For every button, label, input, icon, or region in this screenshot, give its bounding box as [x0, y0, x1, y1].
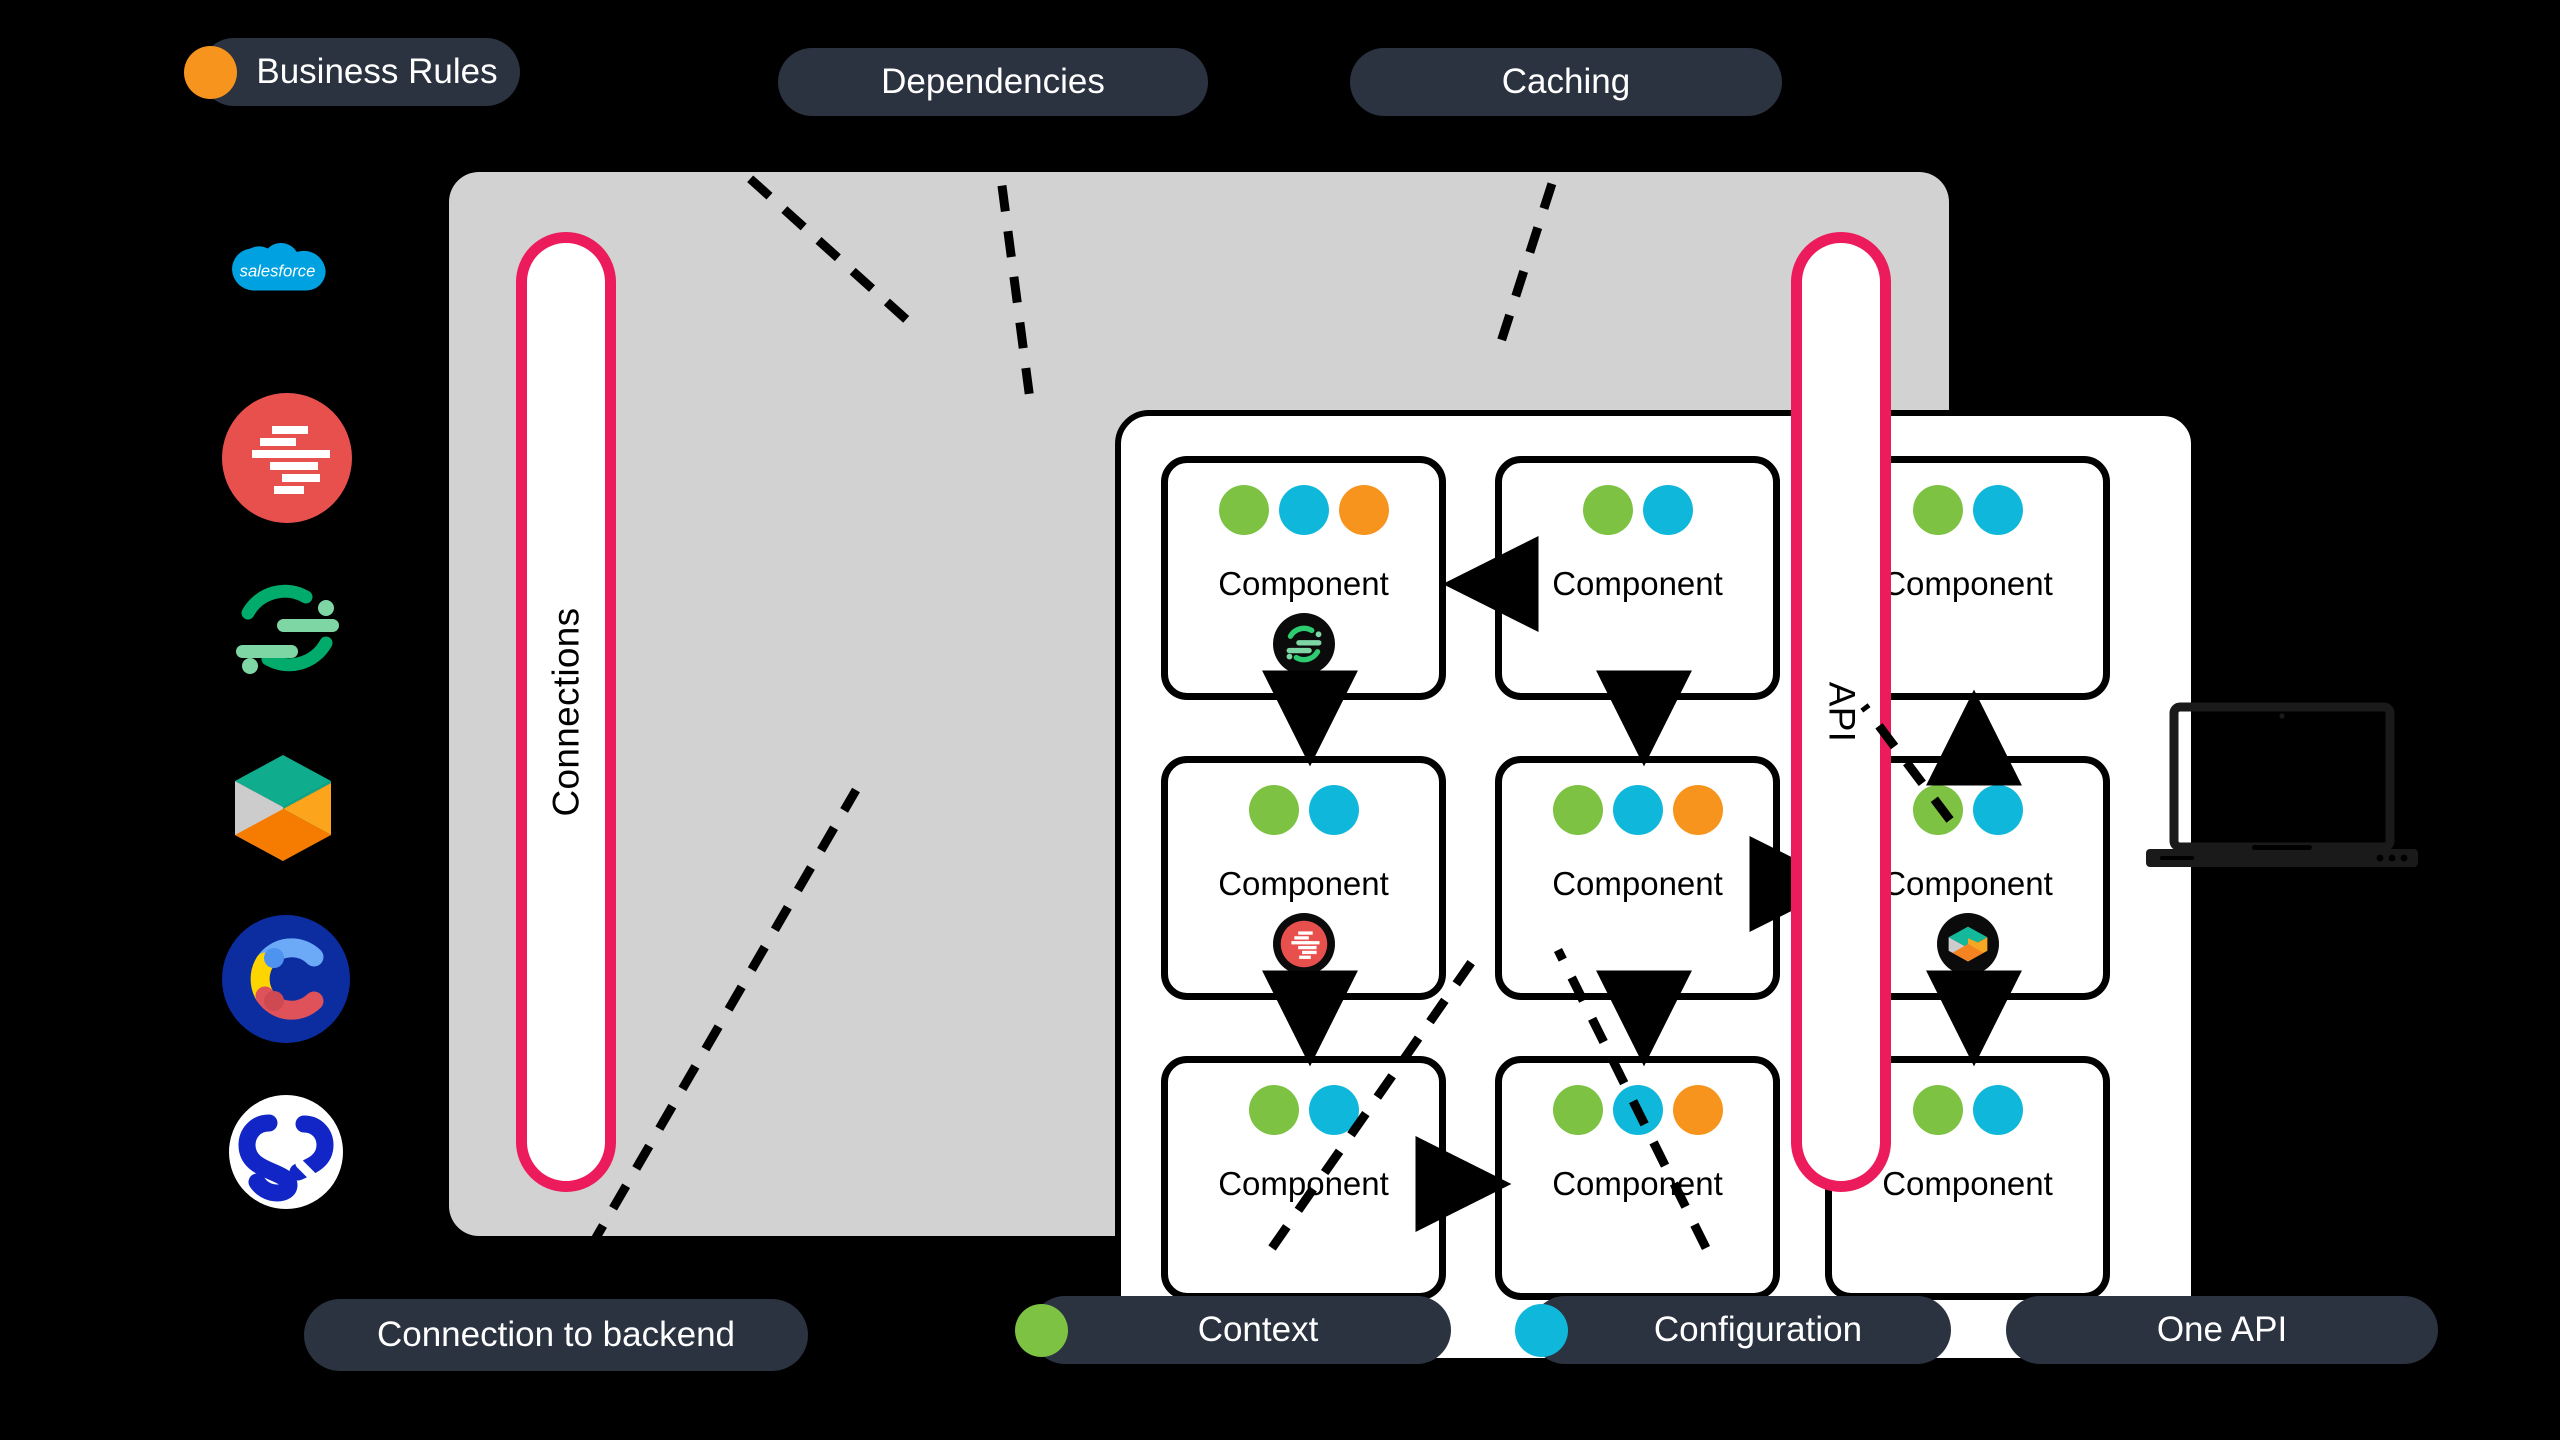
platform-container: Connections Component Component Component…	[449, 172, 2197, 1364]
chip-label-context: Context	[1197, 1310, 1319, 1349]
chip-label-caching: Caching	[1501, 62, 1631, 101]
chip-dot-context	[1015, 1303, 1069, 1357]
chip-label-one-api: One API	[2156, 1310, 2288, 1349]
laptop-icon	[2146, 702, 2418, 867]
api-label: API	[1820, 681, 1862, 743]
segment-logo-icon[interactable]	[222, 563, 352, 693]
api-panel[interactable]: API	[1791, 232, 1891, 1192]
contentful-logo-icon[interactable]	[225, 743, 340, 873]
sendgrid-logo-icon[interactable]	[222, 393, 352, 523]
components-container: Component Component Component Component Co…	[1115, 410, 2197, 1364]
connections-label: Connections	[545, 607, 586, 817]
flow-arrows	[1262, 536, 2022, 1232]
chip-one-api[interactable]: One API	[2006, 1296, 2438, 1364]
svg-text:salesforce: salesforce	[240, 262, 316, 281]
scayle-logo-icon[interactable]	[222, 1088, 350, 1216]
salesforce-logo-icon[interactable]: salesforce	[225, 232, 330, 307]
chip-label-configuration: Configuration	[1653, 1310, 1863, 1349]
chip-dependencies[interactable]: Dependencies	[778, 48, 1208, 116]
chip-configuration[interactable]: Configuration	[1515, 1296, 1951, 1364]
chip-label-dependencies: Dependencies	[881, 62, 1105, 101]
connections-panel[interactable]: Connections	[516, 232, 616, 1192]
chip-context[interactable]: Context	[1015, 1296, 1451, 1364]
chip-connection-to-backend[interactable]: Connection to backend	[304, 1299, 808, 1371]
chip-dot-business-rules	[184, 45, 238, 99]
chip-label-connection-to-backend: Connection to backend	[376, 1315, 736, 1354]
commercetools-logo-icon[interactable]	[222, 915, 350, 1043]
chip-caching[interactable]: Caching	[1350, 48, 1782, 116]
chip-dot-configuration	[1515, 1303, 1569, 1357]
diagram-canvas: Business Rules Dependencies Caching salesf…	[0, 0, 2560, 1440]
chip-business-rules[interactable]: Business Rules	[184, 38, 520, 106]
chip-label-business-rules: Business Rules	[256, 52, 498, 91]
